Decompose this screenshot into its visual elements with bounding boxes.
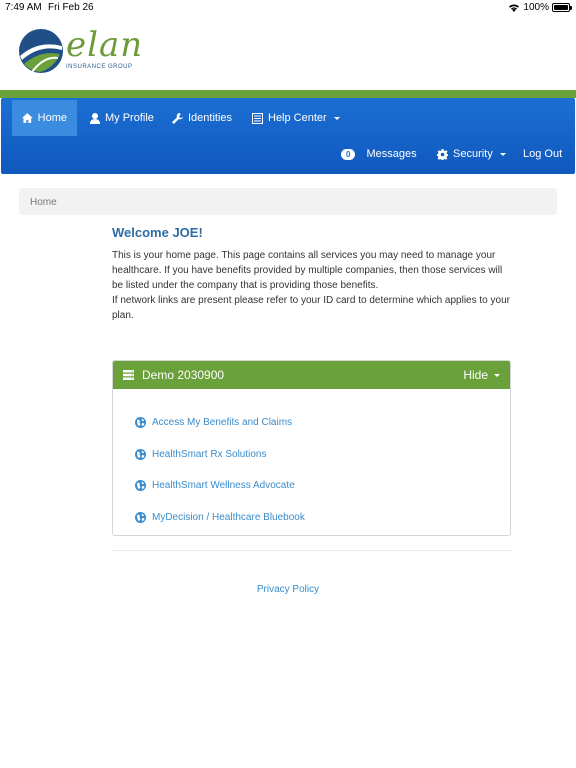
status-right: 100% bbox=[508, 2, 572, 13]
user-icon bbox=[90, 112, 100, 124]
company-panel-title: Demo 2030900 bbox=[142, 368, 225, 382]
gear-icon bbox=[437, 148, 448, 160]
nav-log-out-label: Log Out bbox=[523, 148, 563, 160]
service-link-rx-solutions[interactable]: HealthSmart Rx Solutions bbox=[135, 439, 510, 471]
footer-divider bbox=[112, 550, 511, 551]
header-accent-strip bbox=[0, 90, 576, 98]
company-panel: Demo 2030900 Hide Access My Benefits and… bbox=[112, 360, 511, 536]
elan-logo-mark-icon bbox=[19, 29, 63, 73]
service-link-label: HealthSmart Rx Solutions bbox=[152, 448, 267, 460]
nav-messages[interactable]: 0 Messages bbox=[331, 136, 427, 172]
company-panel-header: Demo 2030900 Hide bbox=[113, 361, 510, 389]
service-link-healthcare-bluebook[interactable]: MyDecision / Healthcare Bluebook bbox=[135, 502, 510, 534]
nav-log-out[interactable]: Log Out bbox=[513, 136, 572, 172]
page-title: Welcome JOE! bbox=[112, 225, 203, 240]
status-time: 7:49 AM bbox=[5, 2, 42, 13]
battery-percent: 100% bbox=[523, 2, 549, 13]
globe-icon bbox=[135, 417, 146, 429]
book-icon bbox=[252, 112, 263, 124]
battery-icon bbox=[552, 3, 572, 12]
logo-wordmark: elan bbox=[66, 25, 144, 65]
chevron-down-icon bbox=[499, 152, 506, 156]
privacy-policy-label: Privacy Policy bbox=[256, 584, 320, 595]
logo-subtitle: INSURANCE GROUP bbox=[66, 64, 133, 70]
service-link-wellness-advocate[interactable]: HealthSmart Wellness Advocate bbox=[135, 470, 510, 502]
intro-text: This is your home page. This page contai… bbox=[112, 248, 512, 323]
service-link-label: HealthSmart Wellness Advocate bbox=[152, 480, 295, 492]
nav-help-center[interactable]: Help Center bbox=[242, 100, 350, 136]
intro-paragraph: This is your home page. This page contai… bbox=[112, 250, 503, 291]
panel-hide-label: Hide bbox=[463, 368, 488, 382]
breadcrumb-home[interactable]: Home bbox=[30, 197, 57, 208]
breadcrumb: Home bbox=[19, 188, 557, 215]
messages-count-badge: 0 bbox=[341, 148, 356, 160]
globe-icon bbox=[135, 448, 146, 460]
intro-network-note: If network links are present please refe… bbox=[112, 295, 510, 321]
service-link-label: Access My Benefits and Claims bbox=[152, 417, 293, 429]
service-link-list: Access My Benefits and Claims HealthSmar… bbox=[113, 389, 510, 533]
nav-home[interactable]: Home bbox=[12, 100, 77, 136]
chevron-down-icon bbox=[494, 373, 500, 377]
globe-icon bbox=[135, 511, 146, 523]
nav-home-label: Home bbox=[37, 112, 67, 124]
wifi-icon bbox=[509, 4, 520, 12]
panel-hide-toggle[interactable]: Hide bbox=[463, 368, 500, 382]
main-navbar: Home My Profile Identities Help Center 0… bbox=[1, 98, 575, 174]
nav-messages-label: Messages bbox=[366, 148, 417, 160]
service-link-benefits[interactable]: Access My Benefits and Claims bbox=[135, 407, 510, 439]
globe-icon bbox=[135, 480, 146, 492]
service-link-label: MyDecision / Healthcare Bluebook bbox=[152, 511, 305, 523]
status-date: Fri Feb 26 bbox=[48, 2, 94, 13]
wrench-icon bbox=[172, 112, 183, 124]
nav-identities[interactable]: Identities bbox=[162, 100, 242, 136]
nav-security[interactable]: Security bbox=[427, 136, 516, 172]
nav-security-label: Security bbox=[453, 148, 493, 160]
chevron-down-icon bbox=[333, 116, 340, 120]
nav-my-profile[interactable]: My Profile bbox=[80, 100, 164, 136]
privacy-policy-link[interactable]: Privacy Policy bbox=[0, 584, 576, 595]
server-icon bbox=[123, 370, 134, 380]
status-bar: 7:49 AM Fri Feb 26 100% bbox=[0, 0, 576, 16]
nav-help-center-label: Help Center bbox=[268, 112, 327, 124]
nav-identities-label: Identities bbox=[188, 112, 233, 124]
nav-my-profile-label: My Profile bbox=[105, 112, 154, 124]
brand-logo[interactable]: elan INSURANCE GROUP bbox=[18, 25, 142, 78]
home-icon bbox=[22, 113, 33, 123]
